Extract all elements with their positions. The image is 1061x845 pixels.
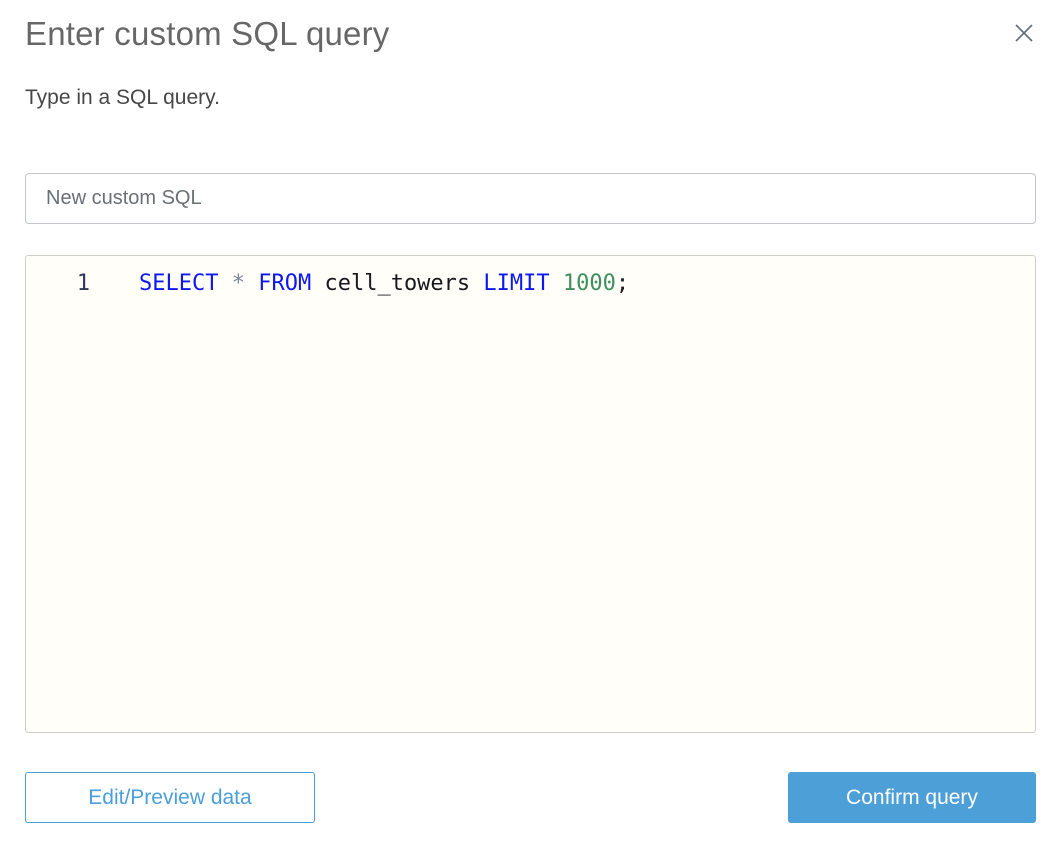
close-icon (1013, 22, 1035, 44)
sql-token-plain (218, 271, 231, 296)
custom-sql-name-input[interactable] (25, 173, 1036, 224)
dialog-title: Enter custom SQL query (25, 15, 390, 52)
code-line: 1 SELECT * FROM cell_towers LIMIT 1000; (26, 269, 1035, 299)
sql-token-plain (550, 271, 563, 296)
sql-token-plain (470, 271, 483, 296)
sql-token-keyword: FROM (258, 271, 312, 296)
custom-sql-dialog: { "dialog": { "title": "Enter custom SQL… (0, 0, 1061, 845)
sql-token-plain (245, 271, 258, 296)
sql-token-plain (311, 271, 324, 296)
confirm-query-button[interactable]: Confirm query (788, 772, 1036, 823)
sql-token-keyword: LIMIT (483, 271, 550, 296)
sql-token-number: 1000 (562, 271, 616, 296)
close-button[interactable] (1011, 20, 1037, 46)
sql-token-keyword: SELECT (139, 271, 219, 296)
sql-token-operator: * (231, 271, 245, 296)
sql-token-identifier: cell_towers (324, 271, 471, 296)
line-number: 1 (76, 271, 90, 296)
dialog-subtitle: Type in a SQL query. (25, 86, 220, 109)
code-text: SELECT * FROM cell_towers LIMIT 1000; (90, 269, 629, 299)
edit-preview-data-button[interactable]: Edit/Preview data (25, 772, 315, 823)
sql-token-plain: ; (615, 271, 630, 296)
sql-code-editor[interactable]: 1 SELECT * FROM cell_towers LIMIT 1000; (25, 255, 1036, 733)
